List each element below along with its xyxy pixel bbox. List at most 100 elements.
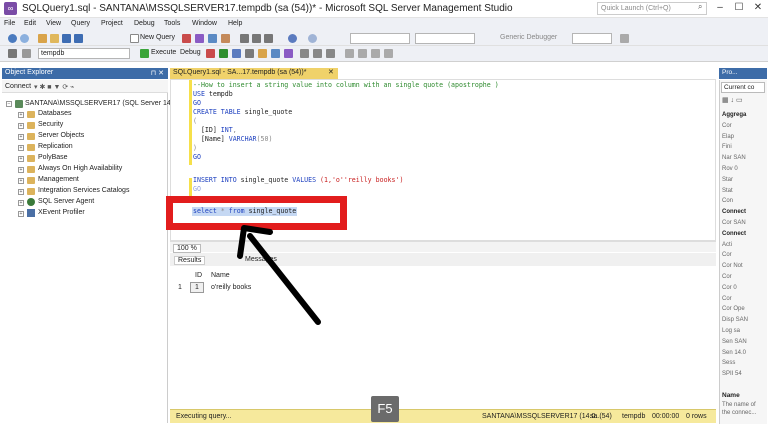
new-query-button[interactable]: New Query [140,34,175,41]
expand-icon[interactable]: + [18,200,24,206]
mdx-query-icon[interactable] [182,34,191,43]
expand-icon[interactable]: + [18,167,24,173]
property-row[interactable]: Connect [722,231,746,237]
tree-item-replication[interactable]: Replication [38,143,73,150]
property-row[interactable]: Nar SAN [722,155,746,161]
toolbar-extra-icon[interactable] [620,34,629,43]
dmx-query-icon[interactable] [195,34,204,43]
properties-object-dropdown[interactable]: Current co [721,82,765,93]
property-row[interactable]: Rov 0 [722,166,738,172]
property-row[interactable]: Acti [722,242,732,248]
client-stats-icon[interactable] [284,49,293,58]
collapse-icon[interactable]: − [6,101,12,107]
quick-launch-input[interactable]: Quick Launch (Ctrl+Q) [597,2,707,15]
property-row[interactable]: Sen SAN [722,339,747,345]
execute-button[interactable]: Execute [151,49,176,56]
property-row[interactable]: Cor [722,252,732,258]
solution-config-dropdown[interactable] [350,33,410,44]
decrease-indent-icon[interactable] [371,49,380,58]
property-row[interactable]: Log sa [722,328,740,334]
property-row[interactable]: SPII 54 [722,371,742,377]
property-row[interactable]: Elap [722,134,734,140]
tree-item-xevent-profiler[interactable]: XEvent Profiler [38,209,85,216]
results-text-icon[interactable] [300,49,309,58]
tree-item-databases[interactable]: Databases [38,110,71,117]
parse-icon[interactable] [219,49,228,58]
expand-icon[interactable]: + [18,123,24,129]
menu-project[interactable]: Project [101,20,123,27]
new-project-icon[interactable] [38,34,47,43]
property-row[interactable]: Disp SAN [722,317,748,323]
tree-item-always-on[interactable]: Always On High Availability [38,165,122,172]
menu-view[interactable]: View [46,20,61,27]
connect-icon[interactable] [8,49,17,58]
property-row[interactable]: Cor [722,296,732,302]
property-row[interactable]: Aggrega [722,112,746,118]
property-row[interactable]: Sen 14.0 [722,350,746,356]
property-row[interactable]: Stat [722,188,733,194]
property-row[interactable]: Con [722,198,733,204]
undo-icon[interactable] [288,34,297,43]
property-row[interactable]: Cor 0 [722,285,737,291]
xmla-query-icon[interactable] [208,34,217,43]
expand-icon[interactable]: + [18,189,24,195]
search-icon[interactable]: ⌕ [698,2,702,12]
cut-icon[interactable] [240,34,249,43]
expand-icon[interactable]: + [18,211,24,217]
redo-icon[interactable] [308,34,317,43]
save-all-icon[interactable] [74,34,83,43]
property-row[interactable]: Connect [722,209,746,215]
dax-query-icon[interactable] [221,34,230,43]
property-row[interactable]: Cor [722,123,732,129]
save-icon[interactable] [62,34,71,43]
close-button[interactable]: ✕ [749,1,767,15]
property-row[interactable]: Star [722,177,733,183]
tree-item-integration-services[interactable]: Integration Services Catalogs [38,187,129,194]
back-icon[interactable] [8,34,17,43]
menu-edit[interactable]: Edit [24,20,36,27]
tab-results[interactable]: Results [174,256,206,265]
property-row[interactable]: Cor Not [722,263,743,269]
execute-icon[interactable] [140,49,149,58]
oe-toolbar-icons[interactable]: ▾ ✱ ■ ▼ ⟳ ⌁ [34,83,74,91]
property-row[interactable]: Fini [722,144,732,150]
minimize-button[interactable]: – [711,1,729,15]
new-query-icon[interactable] [130,34,139,43]
expand-icon[interactable]: + [18,134,24,140]
cell-id[interactable]: 1 [190,282,204,293]
property-row[interactable]: Cor [722,274,732,280]
expand-icon[interactable]: + [18,156,24,162]
paste-icon[interactable] [264,34,273,43]
maximize-button[interactable]: ☐ [730,1,748,15]
debug-button[interactable]: Debug [180,49,201,56]
tree-item-polybase[interactable]: PolyBase [38,154,68,161]
query-designer-icon[interactable] [245,49,254,58]
property-row[interactable]: Cor SAN [722,220,746,226]
forward-icon[interactable] [20,34,29,43]
results-grid-icon[interactable] [313,49,322,58]
tree-item-server-objects[interactable]: Server Objects [38,132,84,139]
menu-tools[interactable]: Tools [164,20,180,27]
tree-server-node[interactable]: SANTANA\MSSQLSERVER17 (SQL Server 14.0.1 [25,100,182,107]
menu-query[interactable]: Query [71,20,90,27]
tree-item-sql-agent[interactable]: SQL Server Agent [38,198,94,205]
property-row[interactable]: Cor Ope [722,306,745,312]
change-connection-icon[interactable] [22,49,31,58]
tree-item-management[interactable]: Management [38,176,79,183]
debugger-target-dropdown[interactable] [572,33,612,44]
tab-sqlquery1[interactable]: SQLQuery1.sql - SA...17.tempdb (sa (54))… [170,68,338,79]
comment-icon[interactable] [345,49,354,58]
start-debugger-button[interactable]: Generic Debugger [500,34,557,41]
pin-icon[interactable]: ⊓ ✕ [151,69,164,77]
tree-item-security[interactable]: Security [38,121,63,128]
include-plan-icon[interactable] [258,49,267,58]
connect-button[interactable]: Connect [5,83,31,90]
expand-icon[interactable]: + [18,112,24,118]
property-row[interactable]: Sess [722,360,735,366]
menu-help[interactable]: Help [228,20,242,27]
expand-icon[interactable]: + [18,145,24,151]
increase-indent-icon[interactable] [384,49,393,58]
close-tab-icon[interactable]: ✕ [328,68,334,76]
copy-icon[interactable] [252,34,261,43]
live-stats-icon[interactable] [271,49,280,58]
